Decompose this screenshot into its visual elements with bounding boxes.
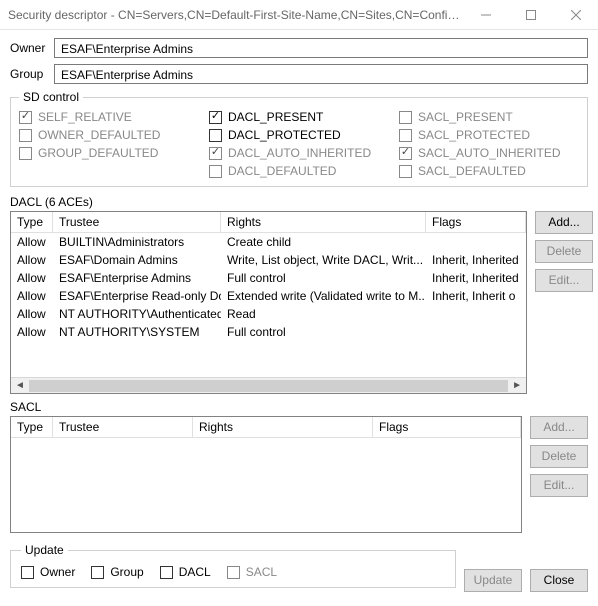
group-defaulted-checkbox: GROUP_DEFAULTED [19,144,199,162]
minimize-button[interactable] [463,0,508,30]
window-title: Security descriptor - CN=Servers,CN=Defa… [0,8,463,22]
owner-defaulted-checkbox: OWNER_DEFAULTED [19,126,199,144]
update-group-checkbox[interactable]: Group [91,563,143,581]
close-window-button[interactable] [553,0,598,30]
dacl-defaulted-checkbox: DACL_DEFAULTED [209,162,389,180]
table-row[interactable]: AllowESAF\Domain AdminsWrite, List objec… [11,251,526,269]
update-dacl-checkbox[interactable]: DACL [160,563,211,581]
sacl-add-button[interactable]: Add... [530,416,588,439]
sacl-caption: SACL [10,400,588,414]
sacl-present-checkbox: SACL_PRESENT [399,108,579,126]
close-button[interactable]: Close [530,569,588,592]
maximize-button[interactable] [508,0,553,30]
sacl-header: Type Trustee Rights Flags [11,417,521,438]
dacl-present-checkbox[interactable]: DACL_PRESENT [209,108,389,126]
titlebar: Security descriptor - CN=Servers,CN=Defa… [0,0,598,30]
minimize-icon [481,10,491,20]
dacl-caption: DACL (6 ACEs) [10,195,588,209]
scroll-left-icon[interactable]: ◄ [13,380,27,391]
group-field[interactable]: ESAF\Enterprise Admins [54,64,588,84]
update-sacl-checkbox: SACL [227,563,277,581]
dacl-list[interactable]: Type Trustee Rights Flags AllowBUILTIN\A… [10,211,527,394]
update-owner-checkbox[interactable]: Owner [21,563,75,581]
sacl-defaulted-checkbox: SACL_DEFAULTED [399,162,579,180]
update-group: Update Owner Group DACL SACL [10,543,456,588]
owner-label: Owner [10,41,54,55]
table-row[interactable]: AllowESAF\Enterprise AdminsFull controlI… [11,269,526,287]
table-row[interactable]: AllowESAF\Enterprise Read-only Do...Exte… [11,287,526,305]
sacl-list[interactable]: Type Trustee Rights Flags [10,416,522,533]
dacl-delete-button[interactable]: Delete [535,240,593,263]
table-row[interactable]: AllowBUILTIN\AdministratorsCreate child [11,233,526,251]
dacl-add-button[interactable]: Add... [535,211,593,234]
dacl-header: Type Trustee Rights Flags [11,212,526,233]
sacl-auto-inherited-checkbox: SACL_AUTO_INHERITED [399,144,579,162]
table-row[interactable]: AllowNT AUTHORITY\SYSTEMFull control [11,323,526,341]
sacl-delete-button[interactable]: Delete [530,445,588,468]
update-button[interactable]: Update [464,569,522,592]
dacl-scrollbar[interactable]: ◄ ► [11,377,526,393]
sd-control-group: SD control SELF_RELATIVE OWNER_DEFAULTED… [10,90,588,187]
scroll-thumb[interactable] [29,380,508,392]
dacl-protected-checkbox[interactable]: DACL_PROTECTED [209,126,389,144]
sacl-edit-button[interactable]: Edit... [530,474,588,497]
owner-field[interactable]: ESAF\Enterprise Admins [54,38,588,58]
maximize-icon [526,10,536,20]
dacl-edit-button[interactable]: Edit... [535,269,593,292]
update-legend: Update [21,543,68,557]
scroll-right-icon[interactable]: ► [510,380,524,391]
group-label: Group [10,67,54,81]
self-relative-checkbox: SELF_RELATIVE [19,108,199,126]
table-row[interactable]: AllowNT AUTHORITY\Authenticated ...Read [11,305,526,323]
dacl-auto-inherited-checkbox: DACL_AUTO_INHERITED [209,144,389,162]
close-icon [571,10,581,20]
sacl-protected-checkbox: SACL_PROTECTED [399,126,579,144]
sd-control-legend: SD control [19,90,83,104]
